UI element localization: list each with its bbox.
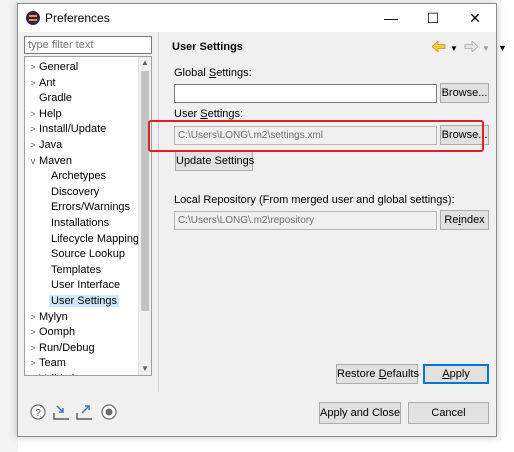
collapsed-chevron-icon[interactable]: >	[27, 59, 39, 75]
page-header: User Settings ▼ ▼ ▼	[160, 32, 507, 60]
scroll-down-icon[interactable]: ▼	[139, 363, 151, 375]
tree-item-label: Install/Update	[39, 123, 107, 136]
tree-item[interactable]: Installations	[51, 215, 109, 231]
background-window-edge	[0, 0, 18, 452]
collapsed-chevron-icon[interactable]: >	[27, 324, 39, 340]
collapsed-chevron-icon[interactable]: >	[27, 371, 39, 375]
collapsed-chevron-icon[interactable]: >	[27, 309, 39, 325]
scroll-up-icon[interactable]: ▲	[139, 57, 151, 69]
expanded-chevron-icon[interactable]: v	[27, 153, 39, 169]
tree-item[interactable]: > Ant	[27, 75, 56, 91]
tree-item-label: Archetypes	[51, 170, 107, 183]
preferences-dialog: Preferences — ☐ ✕ >Validation>Team>Run/D…	[17, 3, 507, 437]
tree-item-label: Gradle	[39, 92, 73, 105]
collapsed-chevron-icon[interactable]: >	[27, 137, 39, 153]
help-icon[interactable]: ?	[30, 404, 46, 420]
tree-item[interactable]: Lifecycle Mappings	[51, 231, 145, 247]
tree-item[interactable]: Source Lookup	[51, 246, 125, 262]
cancel-button[interactable]: Cancel	[408, 402, 489, 424]
browse-global-button[interactable]: Browse...	[440, 83, 489, 103]
collapsed-chevron-icon[interactable]: >	[27, 106, 39, 122]
tree-item[interactable]: Gradle	[27, 90, 72, 106]
collapsed-chevron-icon[interactable]: >	[27, 121, 39, 137]
apply-and-close-button[interactable]: Apply and Close	[319, 402, 401, 424]
tree-item-label: Templates	[51, 263, 102, 276]
tree-item-label: Source Lookup	[51, 248, 125, 261]
tree-item[interactable]: > Team	[27, 355, 66, 371]
tree-item-label: Java	[39, 139, 63, 151]
tree-item-label: Installations	[51, 217, 110, 229]
window-title: Preferences	[45, 11, 110, 25]
tree-item-label: Team	[39, 357, 66, 370]
tree-item-label: Errors/Warnings	[51, 201, 131, 214]
back-dropdown-icon[interactable]: ▼	[450, 43, 458, 55]
tree-item[interactable]: Archetypes	[51, 168, 106, 184]
tree-item[interactable]: Templates	[51, 262, 101, 278]
tree-item[interactable]: Errors/Warnings	[51, 199, 130, 215]
tree-item[interactable]: Discovery	[51, 184, 99, 200]
tree-item[interactable]: User Settings	[49, 293, 120, 309]
user-settings-highlight	[148, 120, 484, 152]
restore-defaults-button[interactable]: Restore Defaults	[336, 364, 419, 384]
global-settings-field[interactable]	[174, 84, 437, 103]
page-title: User Settings	[172, 41, 243, 53]
tree-item[interactable]: > Java	[27, 137, 62, 153]
tree-item[interactable]: > Oomph	[27, 324, 75, 340]
eclipse-app-icon	[26, 11, 40, 25]
maximize-button[interactable]: ☐	[412, 4, 454, 32]
record-icon[interactable]	[101, 404, 117, 420]
close-button[interactable]: ✕	[454, 4, 496, 32]
tree-item-label: Help	[39, 107, 62, 120]
preference-tree: >Validation>Team>Run/Debug>Oomph>MylynUs…	[24, 56, 152, 376]
title-bar: Preferences — ☐ ✕	[18, 4, 496, 32]
import-icon[interactable]	[53, 404, 69, 420]
tree-item-label: User Settings	[49, 295, 120, 307]
tree-item[interactable]: v Maven	[27, 153, 72, 169]
user-settings-label: User Settings:	[174, 108, 244, 120]
tree-scrollbar[interactable]: ▲ ▼	[138, 57, 151, 375]
local-repository-field[interactable]: C:\Users\LONG\.m2\repository	[174, 211, 437, 230]
tree-item[interactable]: User Interface	[51, 277, 120, 293]
update-settings-button[interactable]: Update Settings	[175, 151, 254, 171]
back-arrow-icon[interactable]	[432, 41, 446, 52]
tree-item-label: General	[39, 61, 79, 73]
collapsed-chevron-icon[interactable]: >	[27, 75, 39, 91]
forward-dropdown-icon[interactable]: ▼	[482, 43, 490, 55]
tree-item-label: Maven	[39, 154, 73, 167]
reindex-button[interactable]: Reindex	[440, 210, 489, 230]
export-icon[interactable]	[76, 404, 92, 420]
collapsed-chevron-icon[interactable]: >	[27, 340, 39, 356]
tree-item[interactable]: > General	[27, 59, 78, 75]
forward-arrow-icon[interactable]	[464, 41, 478, 52]
tree-item[interactable]: > Install/Update	[27, 121, 106, 137]
scroll-thumb[interactable]	[141, 71, 149, 311]
filter-input[interactable]	[24, 36, 152, 54]
collapsed-chevron-icon[interactable]: >	[27, 355, 39, 371]
global-settings-label: Global Settings:	[174, 67, 252, 79]
tree-item[interactable]: > Run/Debug	[27, 340, 95, 356]
tree-item-label: User Interface	[51, 279, 121, 292]
view-menu-icon[interactable]: ▼	[498, 42, 507, 54]
apply-button[interactable]: Apply	[423, 364, 489, 384]
local-repository-label: Local Repository (From merged user and g…	[174, 194, 455, 206]
tree-item[interactable]: > Mylyn	[27, 309, 68, 325]
pane-divider[interactable]	[158, 32, 159, 392]
tree-item[interactable]: >Validation	[27, 371, 87, 375]
tree-item-label: Discovery	[51, 185, 100, 198]
tree-item[interactable]: > Help	[27, 106, 62, 122]
tree-item-label: Mylyn	[39, 310, 68, 323]
tree-item-label: Ant	[39, 76, 56, 89]
svg-text:?: ?	[35, 408, 41, 419]
tree-item-label: Lifecycle Mappings	[51, 232, 145, 245]
minimize-button[interactable]: —	[370, 4, 412, 32]
tree-item-label: Oomph	[39, 326, 76, 339]
tree-item-label: Validation	[39, 373, 87, 375]
tree-item-label: Run/Debug	[39, 341, 95, 354]
